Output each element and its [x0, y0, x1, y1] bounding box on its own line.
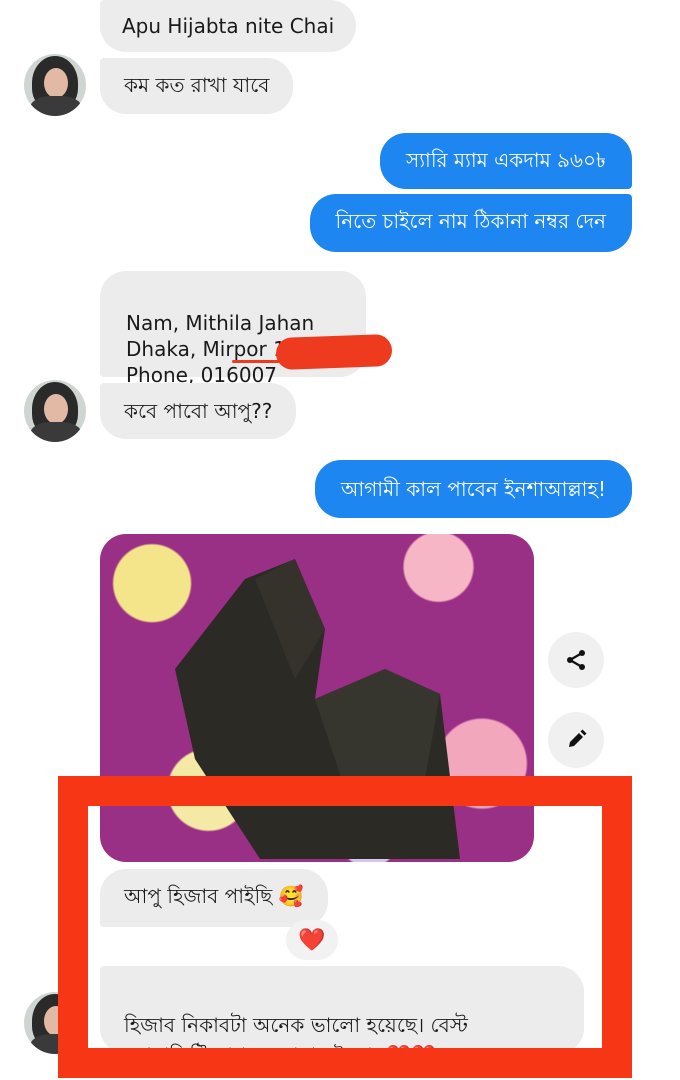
message-text: কম কত রাখা যাবে [124, 73, 270, 97]
hijab-photo-subject [175, 559, 460, 859]
share-button[interactable] [548, 632, 604, 688]
pencil-icon [569, 729, 587, 747]
message-text: নিতে চাইলে নাম ঠিকানা নম্বর দেন [335, 209, 607, 233]
heart-icon: ❤️ [298, 927, 326, 953]
message-bubble-outgoing[interactable]: নিতে চাইলে নাম ঠিকানা নম্বর দেন [309, 194, 632, 252]
redaction-mark [275, 333, 393, 371]
message-bubble-outgoing[interactable]: স্যারি ম্যাম একদাম ৯৬০৳ [380, 133, 632, 189]
message-bubble-incoming[interactable]: আপু হিজাব পাইছি 🥰 [100, 869, 328, 927]
message-bubble-incoming[interactable]: কবে পাবো আপু?? [100, 383, 297, 439]
edit-button[interactable] [548, 712, 604, 768]
contact-avatar[interactable] [24, 54, 86, 116]
message-text: আপু হিজাব পাইছি 🥰 [124, 884, 304, 908]
photo-message[interactable] [100, 534, 534, 862]
message-text: Apu Hijabta nite Chai [122, 14, 335, 38]
message-text: কবে পাবো আপু?? [124, 399, 273, 423]
share-icon [567, 650, 585, 670]
message-text: স্যারি ম্যাম একদাম ৯৬০৳ [406, 148, 606, 172]
message-bubble-incoming[interactable]: Apu Hijabta nite Chai [100, 0, 357, 52]
message-text: হিজাব নিকাবটা অনেক ভালো হয়েছে। বেস্ট কো… [124, 1013, 468, 1067]
message-bubble-incoming[interactable]: হিজাব নিকাবটা অনেক ভালো হয়েছে। বেস্ট কো… [100, 966, 584, 1067]
heart-reaction[interactable]: ❤️ [286, 920, 338, 960]
contact-avatar[interactable] [24, 992, 86, 1054]
message-bubble-outgoing[interactable]: আগামী কাল পাবেন ইনশাআল্লাহ! [314, 460, 632, 518]
message-bubble-incoming[interactable]: কম কত রাখা যাবে [100, 58, 294, 114]
message-text: আগামী কাল পাবেন ইনশাআল্লাহ! [340, 477, 606, 501]
contact-avatar[interactable] [24, 380, 86, 442]
